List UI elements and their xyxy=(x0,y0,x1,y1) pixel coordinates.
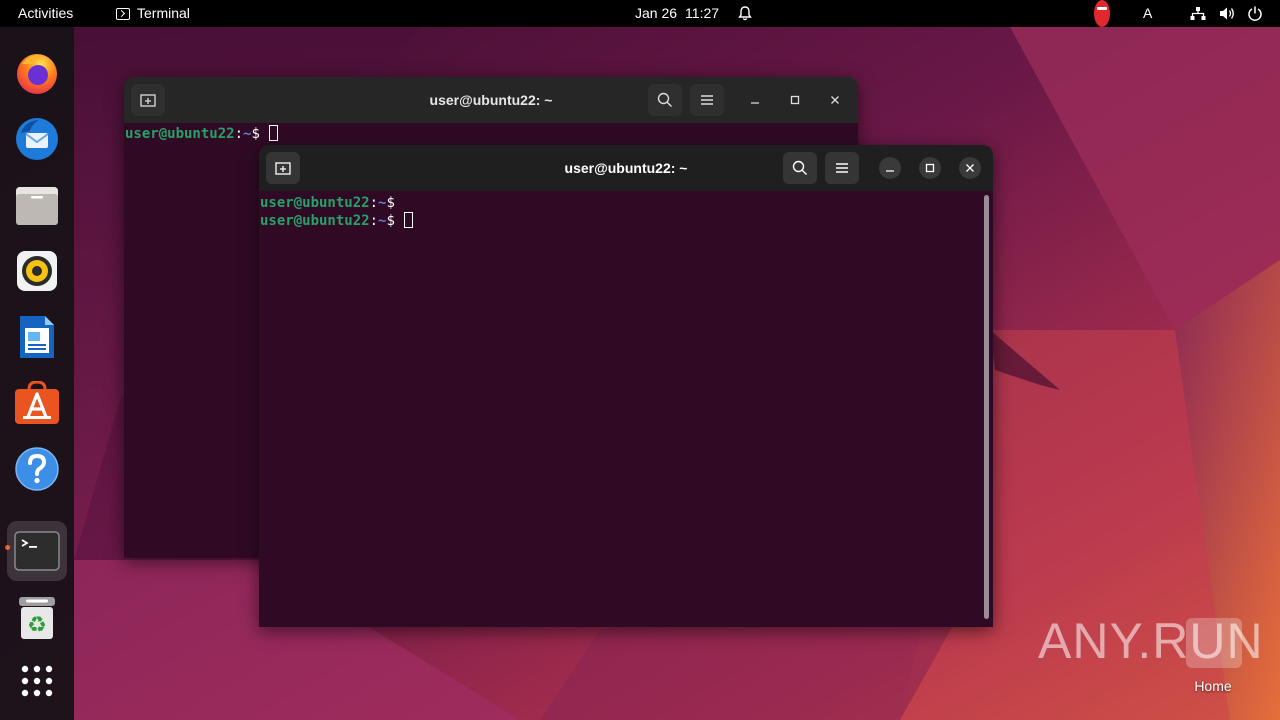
window-titlebar[interactable]: user@ubuntu22: ~ xyxy=(259,145,993,191)
prompt-symbol: $ xyxy=(251,126,260,142)
home-folder-label[interactable]: Home xyxy=(1176,678,1250,694)
minimize-button[interactable] xyxy=(744,89,766,111)
dock-firefox[interactable] xyxy=(7,43,67,103)
firefox-icon xyxy=(17,54,57,94)
dock-help[interactable] xyxy=(7,439,67,499)
terminal-line: user@ubuntu22:~$ xyxy=(260,194,395,212)
app-menu-label: Terminal xyxy=(137,5,190,21)
app-menu[interactable]: Terminal xyxy=(116,0,190,27)
minimize-icon xyxy=(886,170,894,172)
close-button[interactable] xyxy=(824,89,846,111)
top-bar: Activities Terminal Jan 26 11:27 A xyxy=(0,0,1280,27)
app-grid-icon xyxy=(21,665,53,697)
prompt-symbol: $ xyxy=(386,213,395,229)
menu-button[interactable] xyxy=(825,152,859,184)
dock-rhythmbox[interactable] xyxy=(7,241,67,301)
svg-text:♻: ♻ xyxy=(27,613,47,638)
dock-thunderbird[interactable] xyxy=(7,109,67,169)
close-icon xyxy=(966,164,974,172)
terminal-line: user@ubuntu22:~$ xyxy=(260,212,414,230)
clock-time: 11:27 xyxy=(685,5,720,21)
terminal-line: user@ubuntu22:~$ xyxy=(125,125,279,143)
writer-icon xyxy=(20,316,54,358)
files-icon xyxy=(16,187,58,225)
terminal-icon xyxy=(14,531,60,571)
prompt-user: user@ubuntu22 xyxy=(125,126,235,142)
prompt-separator: : xyxy=(369,213,379,229)
terminal-window-front[interactable]: user@ubuntu22: ~ user@ubuntu22:~$ user@u… xyxy=(259,145,993,627)
notification-bell-icon[interactable] xyxy=(738,0,752,27)
dock: ♻ xyxy=(0,27,74,720)
text-cursor xyxy=(269,125,279,141)
close-icon xyxy=(831,96,839,104)
dock-files[interactable] xyxy=(7,175,67,235)
dock-libreoffice-writer[interactable] xyxy=(7,307,67,367)
activities-button[interactable]: Activities xyxy=(18,0,73,27)
keyboard-layout-indicator[interactable]: A xyxy=(1143,0,1152,27)
software-icon xyxy=(15,381,59,424)
thunderbird-icon xyxy=(16,118,58,160)
show-applications-button[interactable] xyxy=(7,651,67,711)
maximize-button[interactable] xyxy=(919,157,941,179)
close-button[interactable] xyxy=(959,157,981,179)
terminal-output[interactable]: user@ubuntu22:~$ user@ubuntu22:~$ xyxy=(259,191,993,627)
window-titlebar[interactable]: user@ubuntu22: ~ xyxy=(124,77,858,123)
prompt-user: user@ubuntu22 xyxy=(260,195,370,211)
maximize-button[interactable] xyxy=(784,89,806,111)
hamburger-menu-icon xyxy=(836,163,848,173)
dock-trash[interactable]: ♻ xyxy=(7,588,67,648)
watermark-text: ANY.RUN xyxy=(1038,613,1264,669)
search-button[interactable] xyxy=(783,152,817,184)
menu-button[interactable] xyxy=(690,84,724,116)
minimize-icon xyxy=(751,102,759,104)
prompt-user: user@ubuntu22 xyxy=(260,213,370,229)
terminal-app-icon xyxy=(116,7,130,20)
rhythmbox-icon xyxy=(17,251,57,291)
prompt-separator: : xyxy=(369,195,379,211)
prompt-symbol: $ xyxy=(386,195,395,211)
search-button[interactable] xyxy=(648,84,682,116)
power-icon[interactable] xyxy=(1247,0,1263,27)
network-icon[interactable] xyxy=(1190,0,1206,27)
clock[interactable]: Jan 26 11:27 xyxy=(635,0,719,27)
anyrun-watermark: ANY.RUN xyxy=(1038,606,1264,676)
maximize-icon xyxy=(790,95,800,105)
hamburger-menu-icon xyxy=(701,95,713,105)
search-icon xyxy=(657,92,672,107)
text-cursor xyxy=(404,212,414,228)
dock-terminal[interactable] xyxy=(7,521,67,581)
maximize-icon xyxy=(925,163,935,173)
prompt-separator: : xyxy=(234,126,244,142)
minimize-button[interactable] xyxy=(879,157,901,179)
volume-icon[interactable] xyxy=(1219,0,1235,27)
dock-ubuntu-software[interactable] xyxy=(7,373,67,433)
do-not-disturb-icon[interactable] xyxy=(1094,0,1110,27)
trash-icon: ♻ xyxy=(19,597,55,639)
search-icon xyxy=(792,160,807,175)
clock-date: Jan 26 xyxy=(635,5,678,21)
scrollbar[interactable] xyxy=(984,195,989,619)
help-icon xyxy=(15,447,59,491)
